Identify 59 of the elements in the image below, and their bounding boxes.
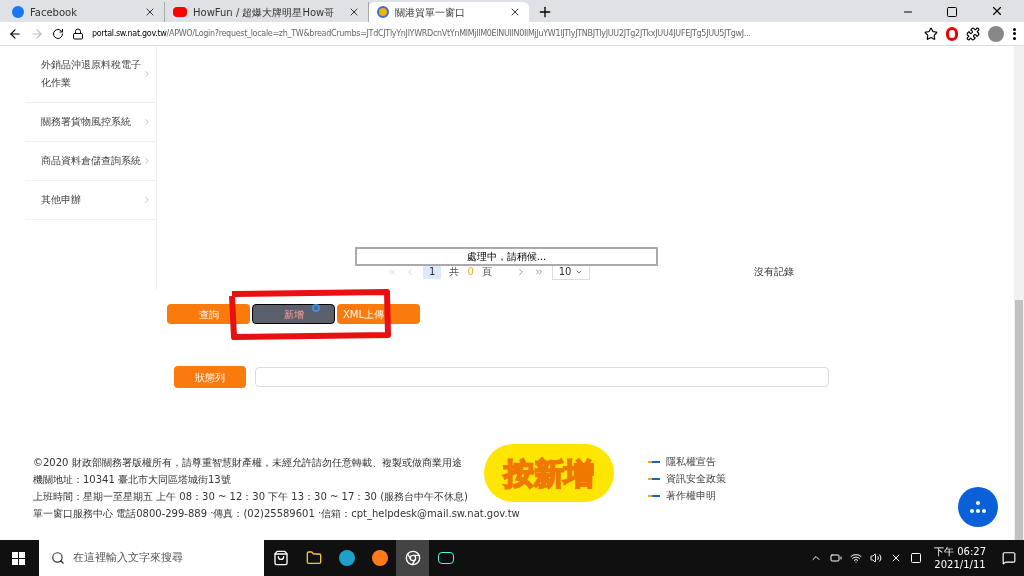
fab-button[interactable]	[958, 487, 998, 527]
play-logo-icon	[173, 7, 187, 17]
caption-sticker: 按新增	[484, 444, 614, 502]
reload-icon[interactable]	[52, 27, 64, 40]
bullet-icon	[648, 494, 660, 497]
close-icon[interactable]	[990, 4, 1004, 18]
browser-tab[interactable]: 關港貿單一窗口	[369, 2, 530, 22]
footer-text: 機關地址：10341 臺北市大同區塔城街13號	[33, 473, 231, 487]
chevron-icon	[142, 117, 152, 127]
loading-message: 處理中，請稍候...	[355, 247, 658, 266]
footer-link[interactable]: 著作權申明	[666, 488, 716, 503]
close-circle-icon[interactable]	[890, 552, 902, 564]
bookmark-star-icon[interactable]	[924, 26, 938, 41]
status-label: 狀態列	[174, 366, 246, 388]
page-total-suffix: 頁	[481, 265, 492, 279]
clock[interactable]: 下午 06:27 2021/1/11	[930, 545, 990, 571]
bullet-icon	[648, 477, 660, 480]
sidebar-item[interactable]: 外銷品沖退原料稅電子化作業	[25, 46, 156, 103]
sidebar-item[interactable]: 其他申辦	[25, 181, 156, 220]
windows-logo-icon[interactable]	[12, 551, 25, 565]
more-icon[interactable]	[1012, 27, 1016, 40]
puzzle-icon[interactable]	[966, 26, 980, 41]
chevron-icon	[142, 195, 152, 205]
sidebar-item[interactable]: 商品資料倉儲查詢系統	[25, 142, 156, 181]
scrollbar[interactable]	[1014, 46, 1024, 540]
address-bar[interactable]: portal.sw.nat.gov.tw/APWO/Login?request_locale=zh_TW&breadCrumbs=JTdCJTlyYnJlYWRDcnVtYnMlMjIlM0ElNUIlN0IlMjJuYW1lJTlyJTNBJTlyJUU2JTg2JTkxJUU4JUFEJTg5JUU5JTgwJ...	[92, 27, 916, 40]
taskbar-search-field[interactable]: 在這裡輸入文字來搜尋	[39, 540, 264, 576]
chevron-icon	[142, 69, 152, 79]
browser-tab[interactable]: HowFun / 超爆大牌明星How哥	[165, 2, 370, 22]
page-total-label: 共	[449, 265, 460, 279]
wifi-icon[interactable]	[850, 552, 862, 564]
notification-icon[interactable]	[1002, 551, 1016, 565]
footer-link[interactable]: 隱私權宣告	[666, 454, 716, 469]
status-field[interactable]	[255, 367, 829, 387]
chevron-icon	[142, 156, 152, 166]
no-records-text: 沒有記錄	[754, 265, 794, 279]
maximize-icon[interactable]	[946, 6, 958, 18]
close-icon[interactable]	[144, 6, 156, 18]
cursor-icon	[312, 304, 320, 312]
sidebar-item[interactable]: 關務署貨物風控系統	[25, 103, 156, 142]
footer-text: 上班時間：星期一至星期五 上午 08：30 ~ 12：30 下午 13：30 ~ 17：30 (服務台中午不休息)	[33, 490, 468, 504]
portal-logo-icon	[377, 6, 390, 18]
bullet-icon	[648, 460, 660, 463]
volume-icon[interactable]	[870, 552, 882, 564]
browser-tab[interactable]: Facebook	[4, 2, 165, 22]
footer-text: ©2020 財政部關務署版權所有，請尊重智慧財產權，未經允許請勿任意轉載、複製或做商業用途	[33, 456, 462, 470]
battery-icon[interactable]	[830, 552, 842, 564]
search-icon	[51, 551, 65, 565]
footer-text: 單一窗口服務中心 電話0800-299-889 ‧傳真：(02)25589601 ‧信箱：cpt_helpdesk@mail.sw.nat.gov.tw	[33, 507, 520, 522]
f-logo-icon	[12, 6, 24, 18]
page-total: 0	[467, 265, 474, 279]
chrome-icon[interactable]	[396, 540, 429, 576]
footer-link[interactable]: 資訊安全政策	[666, 471, 726, 486]
avatar-icon[interactable]	[988, 25, 1004, 42]
back-icon[interactable]	[8, 26, 22, 41]
dots-icon	[969, 500, 987, 514]
o-logo-icon[interactable]	[946, 26, 958, 41]
ime-icon[interactable]	[910, 552, 922, 564]
lock-icon	[72, 27, 84, 40]
